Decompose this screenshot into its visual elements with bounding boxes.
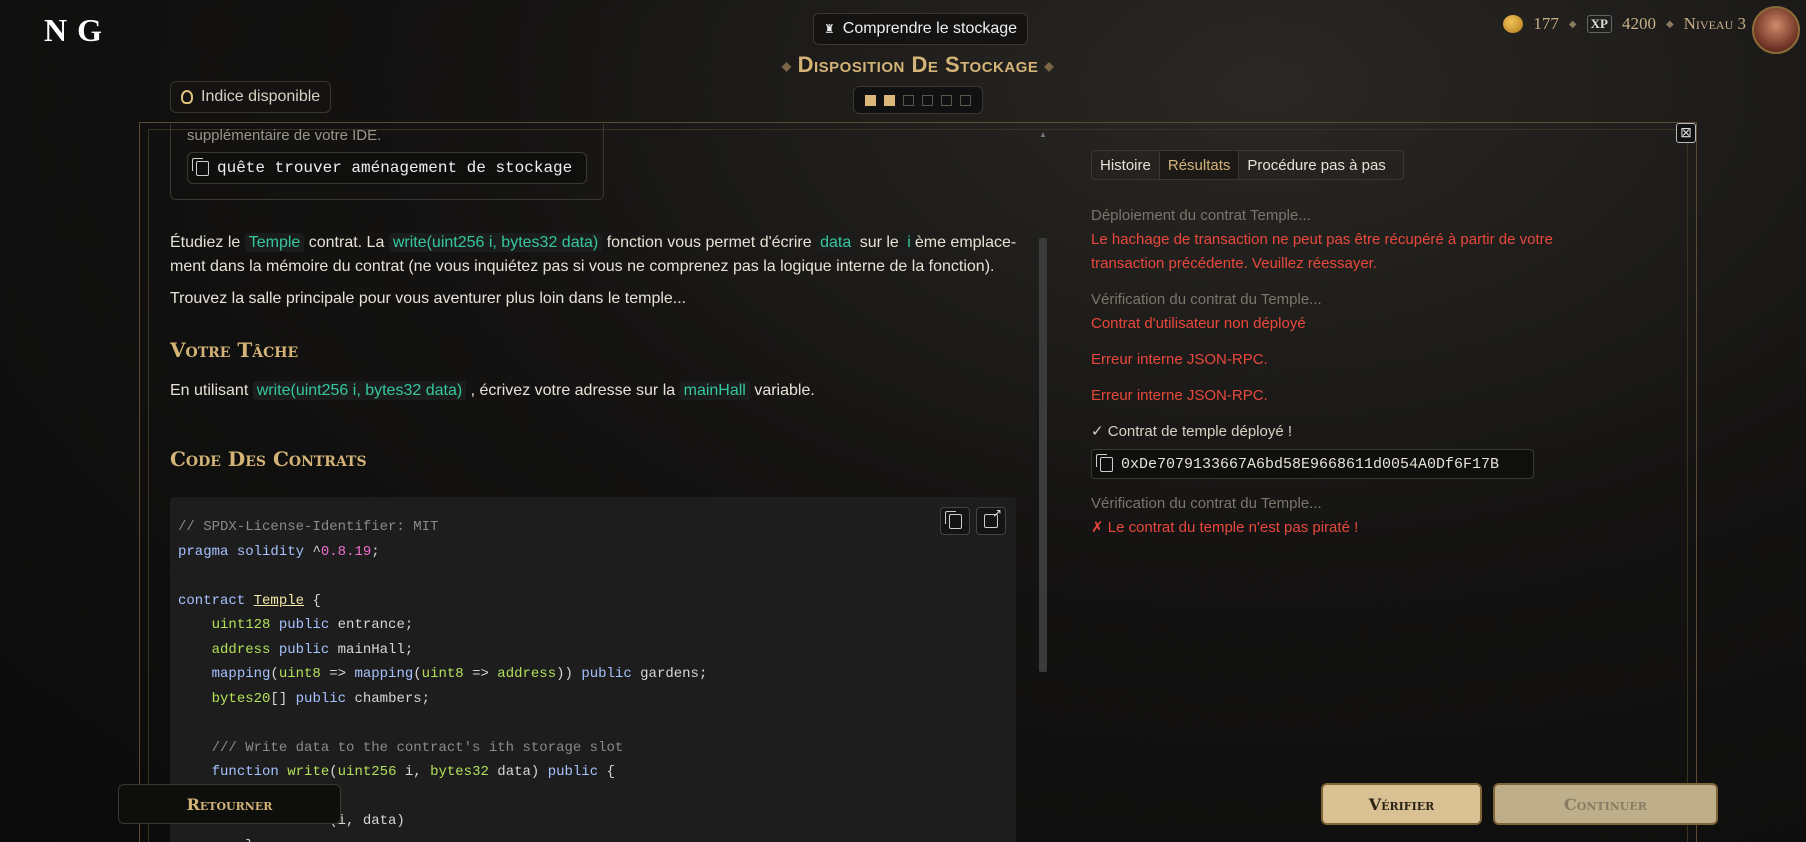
continue-button[interactable]: Continuer bbox=[1493, 783, 1718, 825]
contract-address[interactable]: 0xDe7079133667A6bd58E9668611d0054A0Df6F1… bbox=[1091, 449, 1534, 479]
intro-paragraph: Étudiez le Temple contrat. La write(uint… bbox=[170, 231, 1016, 279]
xp-count: 4200 bbox=[1621, 14, 1656, 33]
copy-code-button[interactable] bbox=[940, 507, 970, 535]
topic-button[interactable]: ♜ Comprendre le stockage bbox=[813, 13, 1029, 45]
log-line: ✗ Le contrat du temple n'est pas piraté … bbox=[1091, 519, 1359, 536]
quest-command[interactable]: quête trouver aménagement de stockage bbox=[187, 152, 587, 184]
log-line: Vérification du contrat du Temple... bbox=[1091, 495, 1322, 512]
code-line: bytes20[] public chambers; bbox=[211, 690, 431, 707]
page-title-text: Disposition De Stockage bbox=[797, 52, 1039, 77]
external-link-icon bbox=[984, 506, 1002, 528]
verify-button[interactable]: Vérifier bbox=[1321, 783, 1482, 825]
tab-procedure[interactable]: Procédure pas à pas bbox=[1239, 151, 1393, 179]
ornament-icon: ◆ bbox=[1044, 59, 1055, 74]
separator-dot: ◆ bbox=[1665, 18, 1674, 30]
text: variable. bbox=[754, 382, 815, 399]
log-line: Erreur interne JSON-RPC. bbox=[1091, 387, 1268, 404]
inline-code-write: write(uint256 i, bytes32 data) bbox=[388, 233, 603, 252]
copy-icon[interactable] bbox=[1096, 453, 1113, 472]
code-line: /// Write data to the contract's ith sto… bbox=[211, 739, 624, 756]
code-line: } bbox=[178, 834, 1008, 842]
tab-histoire[interactable]: Histoire bbox=[1092, 151, 1160, 179]
lesson-scrollbar[interactable]: ▲ bbox=[1038, 130, 1048, 840]
castle-icon: ♜ bbox=[824, 22, 835, 36]
step-indicator-2[interactable] bbox=[884, 94, 895, 106]
tab-bar: Histoire Résultats Procédure pas à pas bbox=[1091, 150, 1404, 180]
page-title: ◆ Disposition De Stockage ◆ bbox=[0, 52, 1806, 78]
quest-box: supplémentaire de votre IDE. quête trouv… bbox=[170, 124, 604, 200]
lesson-pane: supplémentaire de votre IDE. quête trouv… bbox=[170, 124, 1020, 842]
xp-icon: XP bbox=[1586, 15, 1612, 33]
logo[interactable]: N G bbox=[44, 12, 103, 49]
results-pane: Histoire Résultats Procédure pas à pas D… bbox=[1091, 150, 1611, 536]
inline-code-temple: Temple bbox=[244, 233, 305, 252]
level-label: Niveau 3 bbox=[1683, 14, 1746, 33]
log-line: Contrat d'utilisateur non déployé bbox=[1091, 315, 1306, 332]
open-external-button[interactable] bbox=[976, 506, 1006, 535]
tab-resultats[interactable]: Résultats bbox=[1159, 151, 1240, 179]
task-paragraph: En utilisant write(uint256 i, bytes32 da… bbox=[170, 379, 815, 403]
log-line: Vérification du contrat du Temple... bbox=[1091, 291, 1322, 308]
gold-count: 177 bbox=[1533, 14, 1559, 33]
code-line: contract Temple { bbox=[178, 592, 321, 609]
step-indicator-3[interactable] bbox=[903, 94, 914, 106]
step-indicator-5[interactable] bbox=[941, 94, 952, 106]
text: fonction vous permet d'écrire bbox=[606, 234, 812, 251]
scrollbar-thumb[interactable] bbox=[1039, 238, 1047, 672]
quest-note: supplémentaire de votre IDE. bbox=[187, 127, 382, 144]
code-line: address public mainHall; bbox=[211, 641, 414, 658]
lightbulb-icon bbox=[181, 90, 193, 104]
topic-label: Comprendre le stockage bbox=[842, 20, 1018, 37]
back-button[interactable]: Retourner bbox=[118, 784, 341, 824]
text: ment dans la mémoire du contrat (ne vous… bbox=[170, 258, 995, 275]
inline-code-mainhall: mainHall bbox=[679, 381, 750, 400]
inline-code-data: data bbox=[816, 233, 856, 252]
log-line: Le hachage de transaction ne peut pas êt… bbox=[1091, 231, 1553, 248]
scroll-up-icon[interactable]: ▲ bbox=[1038, 130, 1048, 139]
quest-command-text: quête trouver aménagement de stockage bbox=[217, 159, 573, 177]
copy-icon[interactable] bbox=[192, 157, 209, 176]
code-line: pragma solidity ^0.8.19; bbox=[178, 543, 380, 560]
text: En utilisant bbox=[170, 382, 249, 399]
player-stats: 177 ◆ XP 4200 ◆ Niveau 3 bbox=[1503, 14, 1746, 34]
step-indicator-6[interactable] bbox=[960, 94, 971, 106]
text: , écrivez votre adresse sur la bbox=[470, 382, 676, 399]
code-heading: Code Des Contrats bbox=[170, 447, 367, 471]
ornament-icon: ◆ bbox=[781, 59, 792, 74]
copy-icon bbox=[944, 510, 962, 529]
task-heading: Votre Tâche bbox=[170, 338, 299, 362]
avatar[interactable] bbox=[1752, 6, 1800, 54]
step-indicator-4[interactable] bbox=[922, 94, 933, 106]
code-line: // SPDX-License-Identifier: MIT bbox=[178, 519, 439, 535]
separator-dot: ◆ bbox=[1568, 18, 1577, 30]
log-line: transaction précédente. Veuillez réessay… bbox=[1091, 255, 1378, 272]
gold-coins-icon bbox=[1503, 15, 1524, 33]
code-line: mapping(uint8 => mapping(uint8 => addres… bbox=[211, 666, 708, 682]
log-line: ✓ Contrat de temple déployé ! bbox=[1091, 423, 1293, 440]
code-line: function write(uint256 i, bytes32 data) … bbox=[211, 764, 615, 780]
step-indicator-1[interactable] bbox=[865, 94, 876, 106]
text: ème emplace- bbox=[914, 234, 1017, 251]
log-line: Erreur interne JSON-RPC. bbox=[1091, 351, 1268, 368]
intro-paragraph-2: Trouvez la salle principale pour vous av… bbox=[170, 290, 687, 307]
code-line: uint128 public entrance; bbox=[211, 617, 414, 633]
inline-code-write: write(uint256 i, bytes32 data) bbox=[252, 381, 467, 400]
hint-label: Indice disponible bbox=[201, 88, 321, 105]
step-progress bbox=[853, 86, 983, 114]
text: Étudiez le bbox=[170, 234, 241, 251]
hint-button[interactable]: Indice disponible bbox=[170, 81, 332, 113]
text: sur le bbox=[859, 234, 899, 251]
inline-code-i: i bbox=[903, 233, 915, 252]
code-actions bbox=[940, 506, 1006, 535]
log-line: Déploiement du contrat Temple... bbox=[1091, 207, 1311, 224]
contract-address-text: 0xDe7079133667A6bd58E9668611d0054A0Df6F1… bbox=[1121, 455, 1500, 473]
close-icon[interactable]: ⊠ bbox=[1676, 123, 1696, 143]
text: contrat. La bbox=[308, 234, 385, 251]
